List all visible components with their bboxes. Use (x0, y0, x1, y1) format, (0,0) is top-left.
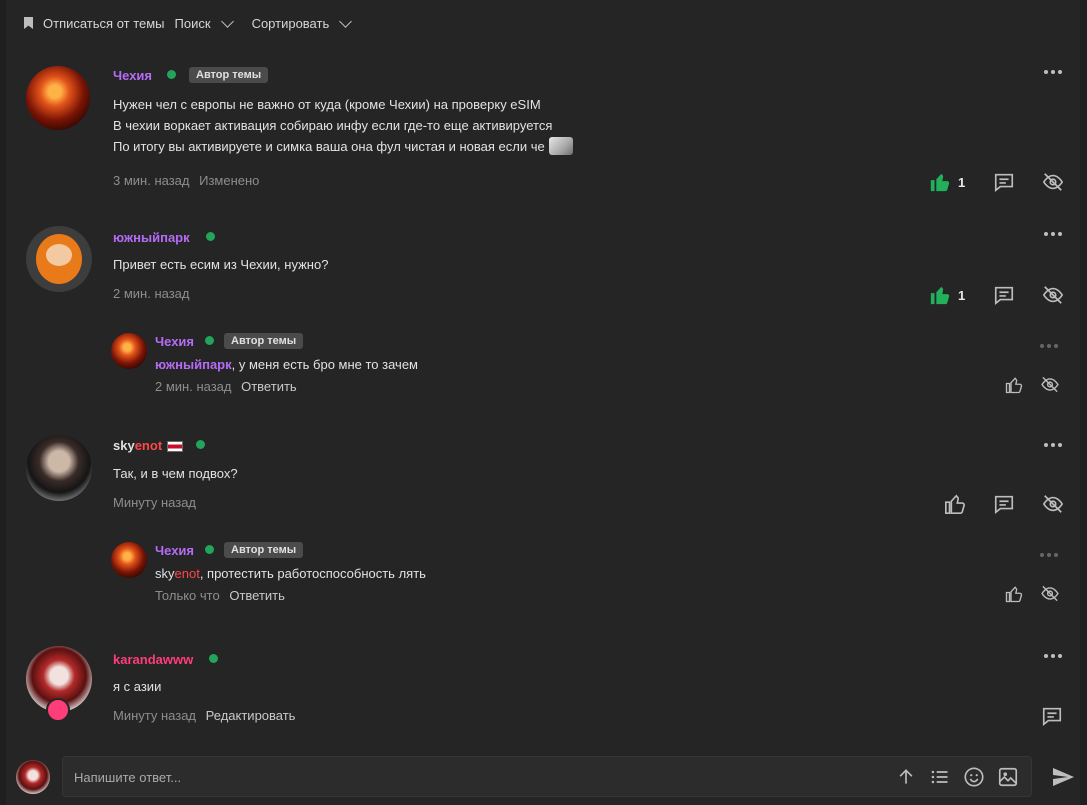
post-meta: 2 мин. назад (113, 286, 195, 301)
like-count: 1 (958, 175, 966, 190)
bookmark-icon (24, 17, 33, 29)
sort-label: Сортировать (251, 15, 330, 31)
online-indicator (209, 654, 218, 663)
list-icon[interactable] (929, 767, 951, 787)
post-text-line: Так, и в чем подвох? (113, 466, 238, 481)
like-icon[interactable] (929, 284, 951, 306)
hide-icon[interactable] (1040, 584, 1060, 603)
mention-link[interactable]: sky (155, 566, 175, 581)
author-name-part: enot (134, 438, 163, 453)
emoji-icon[interactable] (963, 766, 985, 788)
reply-meta: 2 мин. назад Ответить (155, 379, 303, 394)
more-options-icon[interactable] (1044, 650, 1064, 662)
online-indicator (205, 545, 214, 554)
reply-composer: Напишите ответ... (6, 756, 1080, 805)
post-time[interactable]: Минуту назад (113, 708, 196, 723)
online-indicator (167, 70, 176, 79)
post-time[interactable]: 2 мин. назад (113, 286, 189, 301)
hide-icon[interactable] (1041, 171, 1065, 193)
post-author[interactable]: Чехия (113, 68, 152, 83)
like-count: 1 (958, 288, 966, 303)
reply-content: skyenot, протестить работоспособность ля… (155, 563, 426, 584)
post-time[interactable]: 3 мин. назад (113, 173, 189, 188)
online-indicator (206, 232, 215, 241)
more-options-icon[interactable] (1044, 228, 1064, 240)
reply-text: , протестить работоспособность лять (199, 566, 426, 581)
edit-button[interactable]: Редактировать (206, 708, 296, 723)
flag-icon (167, 441, 184, 453)
author-badge: Автор темы (189, 67, 269, 83)
post-text-line: я с азии (113, 679, 162, 694)
post-author[interactable]: южныйпарк (113, 230, 190, 245)
arrow-up-icon[interactable] (896, 767, 916, 787)
author-name-part: sky (113, 438, 135, 453)
unsubscribe-label: Отписаться от темы (43, 15, 165, 31)
sort-dropdown[interactable]: Сортировать (251, 14, 355, 31)
avatar[interactable] (26, 435, 92, 501)
hide-icon[interactable] (1041, 284, 1065, 306)
mention-link[interactable]: южныйпарк (155, 357, 232, 372)
reply-placeholder: Напишите ответ... (74, 770, 182, 785)
mention-link[interactable]: enot (175, 566, 200, 581)
post-meta: 3 мин. назад Изменено (113, 173, 265, 188)
image-icon[interactable] (997, 766, 1019, 788)
avatar (16, 760, 50, 794)
chevron-down-icon (220, 14, 234, 28)
reply-input[interactable]: Напишите ответ... (62, 756, 1032, 797)
like-icon[interactable] (944, 493, 966, 515)
search-label: Поиск (174, 15, 211, 31)
post-time[interactable]: Минуту назад (113, 495, 196, 510)
thread-toolbar: Отписаться от темы Поиск Сортировать (6, 0, 1087, 46)
heart-icon (46, 698, 70, 722)
reply-author[interactable]: Чехия (155, 543, 194, 558)
like-icon[interactable] (1005, 376, 1023, 394)
unsubscribe-button[interactable]: Отписаться от темы (24, 16, 165, 31)
post-content: Нужен чел с европы не важно от куда (кро… (113, 94, 573, 157)
more-options-icon[interactable] (1044, 439, 1064, 451)
reply-meta: Только что Ответить (155, 588, 291, 603)
comment-icon[interactable] (993, 171, 1015, 193)
author-badge: Автор темы (224, 542, 304, 558)
reply-time[interactable]: 2 мин. назад (155, 379, 231, 394)
thread-panel: Отписаться от темы Поиск Сортировать Чех… (6, 0, 1080, 805)
comment-icon[interactable] (1041, 705, 1063, 727)
post-author[interactable]: skyenot (113, 438, 184, 453)
chevron-down-icon (339, 14, 353, 28)
hide-icon[interactable] (1040, 375, 1060, 394)
like-icon[interactable] (1005, 585, 1023, 603)
avatar[interactable] (26, 66, 90, 130)
post-text-line: В чехии воркает активация собираю инфу е… (113, 118, 553, 133)
avatar[interactable] (111, 542, 147, 578)
avatar[interactable] (111, 333, 147, 369)
comment-icon[interactable] (993, 284, 1015, 306)
post-author[interactable]: karandawww (113, 652, 193, 667)
reply-author[interactable]: Чехия (155, 334, 194, 349)
post-meta: Минуту назад (113, 495, 202, 510)
online-indicator (196, 440, 205, 449)
like-icon[interactable] (929, 171, 951, 193)
reply-content: южныйпарк, у меня есть бро мне то зачем (155, 354, 418, 375)
more-options-icon[interactable] (1040, 340, 1060, 352)
reply-text: , у меня есть бро мне то зачем (231, 357, 418, 372)
reply-time[interactable]: Только что (155, 588, 220, 603)
send-icon[interactable] (1051, 765, 1075, 789)
search-dropdown[interactable]: Поиск (174, 14, 236, 31)
online-indicator (205, 336, 214, 345)
post-text-line: Нужен чел с европы не важно от куда (кро… (113, 97, 541, 112)
more-options-icon[interactable] (1040, 549, 1060, 561)
avatar[interactable] (26, 226, 92, 292)
post-text-line: По итогу вы активируете и симка ваша она… (113, 139, 545, 154)
reply-button[interactable]: Ответить (229, 588, 285, 603)
reply-button[interactable]: Ответить (241, 379, 297, 394)
more-options-icon[interactable] (1044, 66, 1064, 78)
post-meta: Минуту назад Редактировать (113, 708, 301, 723)
comment-icon[interactable] (993, 493, 1015, 515)
cat-emoji-icon (548, 136, 573, 155)
author-badge: Автор темы (224, 333, 304, 349)
hide-icon[interactable] (1041, 493, 1065, 515)
edited-label: Изменено (199, 173, 260, 188)
post-text-line: Привет есть есим из Чехии, нужно? (113, 257, 329, 272)
